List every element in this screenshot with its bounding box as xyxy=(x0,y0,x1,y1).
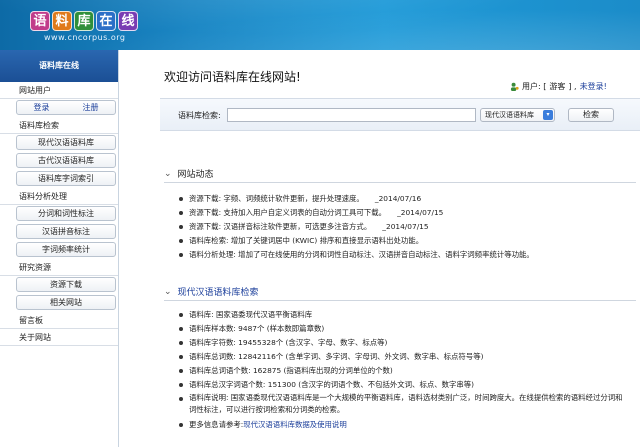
sidebar-item-guestbook[interactable]: 留言板 xyxy=(0,312,118,329)
bullet-icon xyxy=(179,341,183,345)
list-item[interactable]: 资源下载: 字频、词频统计软件更新，提升处理速度。 _2014/07/16 xyxy=(179,192,534,206)
logo-char: 料 xyxy=(52,11,72,31)
list-item: 语料库样本数: 9487个 (样本数即篇章数) xyxy=(179,322,629,336)
search-input[interactable] xyxy=(227,108,476,122)
corpus-select[interactable]: 现代汉语语料库 ▾ xyxy=(480,108,555,122)
corpus-item-text: 语料库总词数: 12842116个 (含单字词、多字词、字母词、外文词、数字串、… xyxy=(189,352,484,361)
list-item[interactable]: 语料库检索: 增加了关键词居中 (KWIC) 排序和直接显示语料出处功能。 xyxy=(179,234,534,248)
bullet-icon xyxy=(179,355,183,359)
sidebar-group-resources[interactable]: 研究资源 xyxy=(0,259,118,276)
sidebar-item-word-index[interactable]: 语料库字词索引 xyxy=(16,171,116,186)
corpus-item-text: 语料库样本数: 9487个 (样本数即篇章数) xyxy=(189,324,325,333)
sidebar-item-pinyin[interactable]: 汉语拼音标注 xyxy=(16,224,116,239)
register-link[interactable]: 注册 xyxy=(83,101,99,114)
bullet-icon xyxy=(179,423,183,427)
bullet-icon xyxy=(179,253,183,257)
bullet-icon xyxy=(179,211,183,215)
user-suffix: ] , xyxy=(568,82,577,91)
list-item: 语料库总词语个数: 162875 (指语料库出现的分词单位的个数) xyxy=(179,364,629,378)
list-item[interactable]: 语料分析处理: 增加了可在线使用的分词和词性自动标注、汉语拼音自动标注、语料字词… xyxy=(179,248,534,262)
divider xyxy=(164,300,636,301)
bullet-icon xyxy=(179,225,183,229)
bullet-icon xyxy=(179,197,183,201)
search-button[interactable]: 检索 xyxy=(568,108,614,122)
more-info-prefix: 更多信息请参考: xyxy=(189,420,244,429)
chevron-down-icon: ▾ xyxy=(543,110,553,120)
sidebar-item-about[interactable]: 关于网站 xyxy=(0,329,118,346)
sidebar-title: 语料库在线 xyxy=(0,50,118,82)
sidebar-group-corpus-search[interactable]: 语料库检索 xyxy=(0,117,118,134)
corpus-item-text: 语料库总汉字词语个数: 151300 (含汉字的词语个数、不包括外文词、标点、数… xyxy=(189,380,475,389)
logo-char: 在 xyxy=(96,11,116,31)
bullet-icon xyxy=(179,397,183,401)
list-item[interactable]: 资源下载: 支持加入用户自定义词表的自动分词工具可下载。 _2014/07/15 xyxy=(179,206,534,220)
news-item-text: 资源下载: 汉语拼音标注软件更新，可选更多注音方式。 _2014/07/15 xyxy=(189,222,429,231)
sidebar-item-ancient-corpus[interactable]: 古代汉语语料库 xyxy=(16,153,116,168)
corpus-info-list: 语料库: 国家语委现代汉语平衡语料库 语料库样本数: 9487个 (样本数即篇章… xyxy=(179,308,629,432)
list-item: 语料库总汉字词语个数: 151300 (含汉字的词语个数、不包括外文词、标点、数… xyxy=(179,378,629,392)
list-item: 语料库总词数: 12842116个 (含单字词、多字词、字母词、外文词、数字串、… xyxy=(179,350,629,364)
sidebar-item-segmentation[interactable]: 分词和词性标注 xyxy=(16,206,116,221)
user-prefix: 用户: [ xyxy=(522,82,547,91)
chevron-down-icon: ⌄ xyxy=(164,168,172,179)
corpus-item-text: 语料库字符数: 19455328个 (含汉字、字母、数字、标点等) xyxy=(189,338,388,347)
user-name: 游客 xyxy=(549,82,566,91)
corpus-item-text: 语料库: 国家语委现代汉语平衡语料库 xyxy=(189,310,313,319)
news-item-text: 资源下载: 支持加入用户自定义词表的自动分词工具可下载。 _2014/07/15 xyxy=(189,208,444,217)
news-item-text: 语料分析处理: 增加了可在线使用的分词和词性自动标注、汉语拼音自动标注、语料字词… xyxy=(189,250,534,259)
bullet-icon xyxy=(179,327,183,331)
sidebar-group-users: 网站用户 xyxy=(0,82,118,99)
news-title: 网站动态 xyxy=(177,170,214,180)
list-item: 语料库说明: 国家语委现代汉语语料库是一个大规模的平衡语料库，语料选材类别广泛，… xyxy=(179,392,629,418)
sidebar-item-modern-corpus[interactable]: 现代汉语语料库 xyxy=(16,135,116,150)
news-list: 资源下载: 字频、词频统计软件更新，提升处理速度。 _2014/07/16 资源… xyxy=(179,192,534,262)
more-info-link[interactable]: 现代汉语语料库数据及使用说明 xyxy=(243,418,346,432)
login-register-box: 登录 注册 xyxy=(16,100,116,115)
corpus-item-text: 语料库总词语个数: 162875 (指语料库出现的分词单位的个数) xyxy=(189,366,393,375)
bullet-icon xyxy=(179,383,183,387)
list-item: 语料库字符数: 19455328个 (含汉字、字母、数字、标点等) xyxy=(179,336,629,350)
site-logo[interactable]: 语 料 库 在 线 xyxy=(30,11,138,31)
news-item-text: 资源下载: 字频、词频统计软件更新，提升处理速度。 _2014/07/16 xyxy=(189,194,422,203)
page-title: 欢迎访问语料库在线网站! xyxy=(164,70,301,84)
user-icon xyxy=(510,82,519,91)
news-item-text: 语料库检索: 增加了关键词居中 (KWIC) 排序和直接显示语料出处功能。 xyxy=(189,236,424,245)
bullet-icon xyxy=(179,239,183,243)
bullet-icon xyxy=(179,313,183,317)
corpus-select-value: 现代汉语语料库 xyxy=(485,111,534,119)
user-status: 用户: [ 游客 ] , 未登录! xyxy=(510,81,607,92)
corpus-title: 现代汉语语料库检索 xyxy=(177,288,259,298)
header-banner: 语 料 库 在 线 www.cncorpus.org xyxy=(0,0,640,50)
corpus-section-title[interactable]: ⌄ 现代汉语语料库检索 xyxy=(164,285,259,299)
sidebar-item-frequency[interactable]: 字词频率统计 xyxy=(16,242,116,257)
sidebar-login-row: 登录 注册 xyxy=(0,100,118,117)
sidebar-item-related-sites[interactable]: 相关网站 xyxy=(16,295,116,310)
logo-char: 语 xyxy=(30,11,50,31)
bullet-icon xyxy=(179,369,183,373)
corpus-item-text: 语料库说明: 国家语委现代汉语语料库是一个大规模的平衡语料库，语料选材类别广泛，… xyxy=(189,393,623,414)
news-section-title: ⌄ 网站动态 xyxy=(164,167,214,181)
login-link[interactable]: 登录 xyxy=(34,101,50,114)
list-item: 语料库: 国家语委现代汉语平衡语料库 xyxy=(179,308,629,322)
search-bar: 语料库检索: 现代汉语语料库 ▾ 检索 xyxy=(160,98,640,131)
logo-char: 线 xyxy=(118,11,138,31)
sidebar-group-analysis[interactable]: 语料分析处理 xyxy=(0,188,118,205)
search-label: 语料库检索: xyxy=(178,111,221,120)
logo-url: www.cncorpus.org xyxy=(44,33,126,42)
sidebar-item-downloads[interactable]: 资源下载 xyxy=(16,277,116,292)
user-login-status[interactable]: 未登录! xyxy=(580,81,607,92)
divider xyxy=(164,182,636,183)
list-item[interactable]: 资源下载: 汉语拼音标注软件更新，可选更多注音方式。 _2014/07/15 xyxy=(179,220,534,234)
logo-char: 库 xyxy=(74,11,94,31)
chevron-down-icon: ⌄ xyxy=(164,286,172,297)
sidebar: 语料库在线 网站用户 登录 注册 语料库检索 现代汉语语料库 古代汉语语料库 语… xyxy=(0,50,119,447)
main-content: 欢迎访问语料库在线网站! 用户: [ 游客 ] , 未登录! 语料库检索: 现代… xyxy=(120,50,640,447)
list-item: 更多信息请参考: 现代汉语语料库数据及使用说明 xyxy=(179,418,629,432)
